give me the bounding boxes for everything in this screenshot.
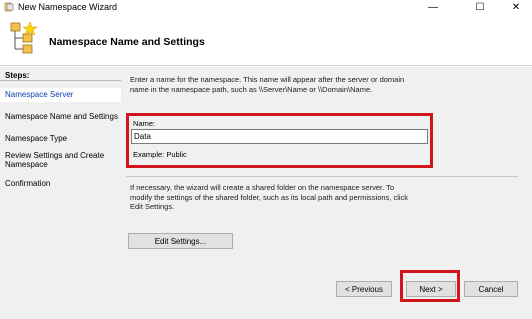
wizard-app-icon — [4, 2, 14, 12]
window-title: New Namespace Wizard — [18, 2, 118, 12]
cancel-button[interactable]: Cancel — [464, 281, 518, 297]
shared-folder-info: If necessary, the wizard will create a s… — [130, 183, 409, 212]
name-label: Name: — [133, 119, 156, 128]
namespace-description: Enter a name for the namespace. This nam… — [130, 75, 405, 94]
close-button[interactable]: ✕ — [496, 0, 532, 15]
maximize-button[interactable]: ☐ — [460, 0, 500, 15]
name-field-highlight: Name: Example: Public — [126, 113, 433, 168]
minimize-button[interactable]: — — [413, 0, 453, 15]
steps-heading: Steps: — [5, 71, 30, 80]
step-namespace-name-and-settings[interactable]: Namespace Name and Settings — [0, 112, 121, 121]
page-title: Namespace Name and Settings — [49, 36, 205, 48]
step-namespace-type[interactable]: Namespace Type — [0, 134, 121, 143]
wizard-header: Namespace Name and Settings — [0, 15, 532, 66]
next-button[interactable]: Next > — [406, 281, 456, 297]
title-bar: New Namespace Wizard — ☐ ✕ — [0, 0, 532, 15]
close-icon: ✕ — [511, 2, 521, 13]
steps-pane: Steps: Namespace Server Namespace Name a… — [0, 67, 121, 319]
step-namespace-server[interactable]: Namespace Server — [0, 88, 121, 102]
steps-divider — [0, 80, 121, 81]
previous-button[interactable]: < Previous — [336, 281, 392, 297]
step-review-settings[interactable]: Review Settings and Create Namespace — [0, 151, 110, 169]
name-example: Example: Public — [133, 150, 187, 159]
edit-settings-button[interactable]: Edit Settings... — [128, 233, 233, 249]
content-pane: Enter a name for the namespace. This nam… — [121, 67, 532, 319]
section-divider — [126, 176, 518, 177]
minimize-icon: — — [428, 2, 438, 13]
namespace-name-input[interactable] — [131, 129, 428, 144]
namespace-tree-icon — [10, 21, 38, 54]
step-confirmation[interactable]: Confirmation — [0, 179, 121, 188]
maximize-icon: ☐ — [475, 2, 485, 13]
